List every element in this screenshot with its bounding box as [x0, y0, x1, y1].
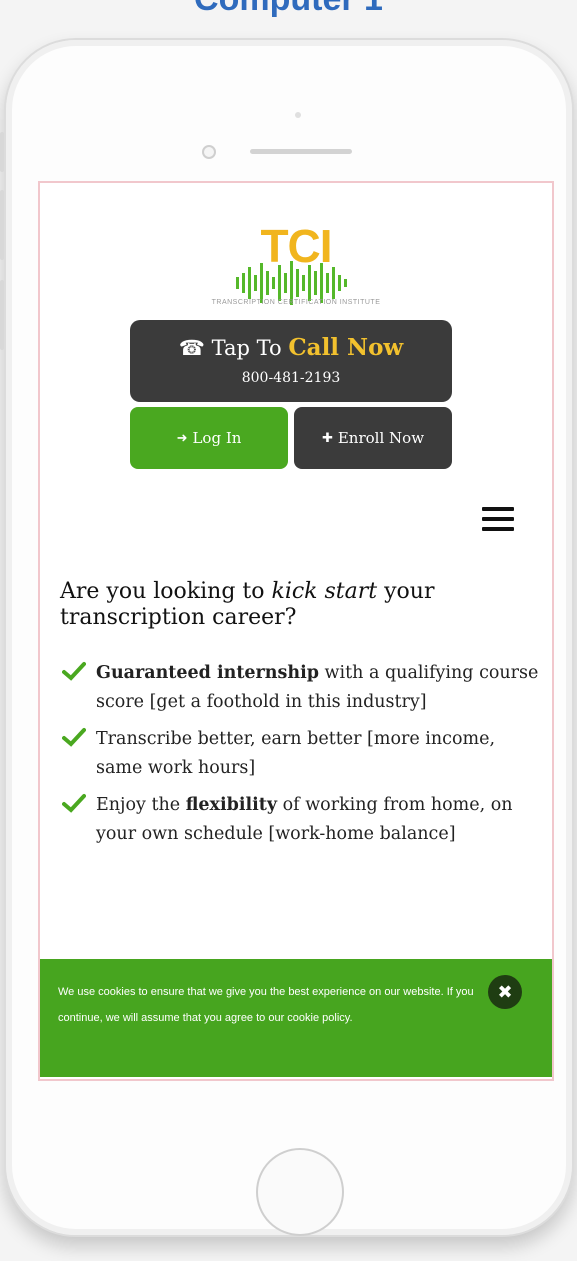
list-item: Transcribe better, earn better [more inc…	[60, 725, 540, 783]
mute-switch	[0, 132, 4, 172]
login-label: Log In	[192, 429, 242, 447]
logo-tagline: TRANSCRIPTION CERTIFICATION INSTITUTE	[211, 299, 381, 306]
page-heading: Computer 1	[0, 0, 577, 19]
checkmark-icon	[62, 728, 86, 747]
call-label: ☎ Tap To Call Now	[130, 334, 452, 361]
add-user-icon: ✚	[321, 430, 333, 446]
phone-icon: ☎	[178, 336, 205, 360]
headline-emphasis: kick start	[271, 579, 378, 604]
checkmark-icon	[62, 794, 86, 813]
page-title: Are you looking to kick start your trans…	[60, 579, 530, 631]
earpiece-speaker	[250, 149, 352, 154]
volume-up-button	[0, 190, 4, 260]
cookie-banner: We use cookies to ensure that we give yo…	[40, 959, 552, 1077]
home-button[interactable]	[256, 1148, 344, 1236]
sign-in-icon: ➜	[176, 430, 188, 446]
enroll-label: Enroll Now	[337, 429, 425, 447]
phone-number: 800-481-2193	[241, 370, 341, 386]
call-prefix: Tap To	[211, 336, 282, 360]
call-highlight: Call Now	[288, 334, 404, 361]
cookie-text: We use cookies to ensure that we give yo…	[58, 986, 474, 1024]
benefit-text: Transcribe better, earn better [more inc…	[96, 729, 496, 778]
close-icon[interactable]: ✖	[488, 975, 522, 1009]
enroll-now-button[interactable]: ✚ Enroll Now	[294, 407, 452, 469]
call-now-button[interactable]: ☎ Tap To Call Now 800-481-2193	[130, 320, 452, 402]
login-button[interactable]: ➜ Log In	[130, 407, 288, 469]
headline-part1: Are you looking to	[60, 579, 272, 604]
benefits-list: Guaranteed internship with a qualifying …	[60, 659, 540, 857]
checkmark-icon	[62, 662, 86, 681]
front-camera	[202, 145, 216, 159]
volume-down-button	[0, 280, 4, 350]
list-item: Guaranteed internship with a qualifying …	[60, 659, 540, 717]
benefit-bold: Guaranteed internship	[96, 663, 319, 683]
tci-logo[interactable]: TCI TRANSCRIPTION CERTIFICATION INSTITUT…	[40, 211, 552, 315]
phone-screen: TCI TRANSCRIPTION CERTIFICATION INSTITUT…	[38, 181, 554, 1081]
benefit-bold: flexibility	[185, 795, 278, 815]
list-item: Enjoy the flexibility of working from ho…	[60, 791, 540, 849]
benefit-pre: Enjoy the	[96, 795, 186, 815]
menu-icon[interactable]	[482, 507, 514, 533]
sensor-dot	[295, 112, 301, 118]
